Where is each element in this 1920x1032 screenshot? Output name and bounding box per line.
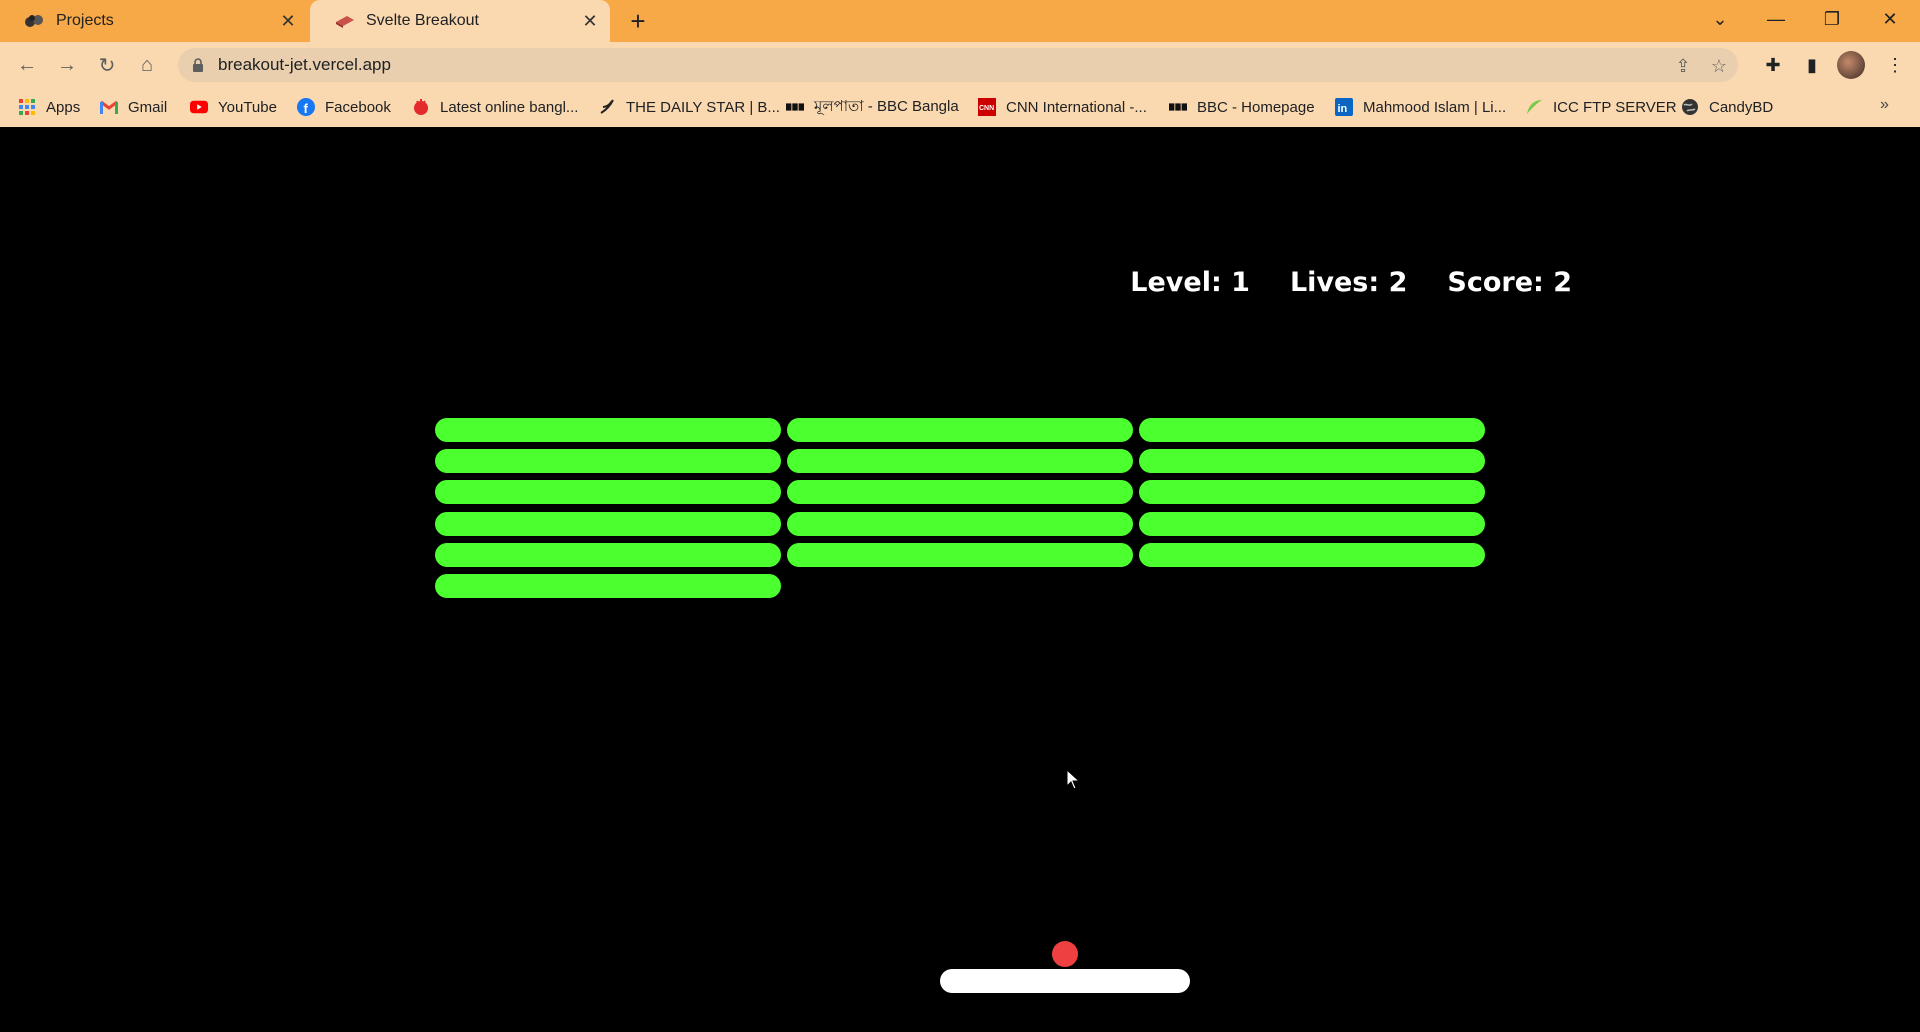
bookmark-label: Gmail	[128, 98, 168, 116]
brick-grid	[0, 127, 1920, 1032]
svg-text:in: in	[1338, 103, 1348, 115]
close-tab-icon[interactable]: ✕	[576, 7, 604, 35]
bookmark-label: Latest online bangl...	[440, 98, 579, 116]
bookmark-label: Facebook	[325, 98, 391, 116]
url-text: breakout-jet.vercel.app	[218, 55, 391, 74]
bookmark-label: CNN International -...	[1006, 98, 1147, 116]
linkedin-icon: in	[1335, 98, 1353, 116]
brick	[1139, 511, 1485, 536]
tab-bar: Projects ✕ Svelte Breakout ✕ + ⌄ — ❐ ✕	[0, 0, 1920, 42]
projects-favicon	[24, 10, 46, 32]
brick	[1139, 449, 1485, 474]
apps-grid-icon	[18, 98, 36, 116]
brick	[435, 574, 781, 598]
brick	[1139, 480, 1485, 505]
youtube-icon	[190, 98, 208, 116]
bbc-icon	[1169, 98, 1187, 116]
bookmark-label: CandyBD	[1709, 98, 1774, 116]
bookmark-label: ICC FTP SERVER	[1553, 98, 1677, 116]
bookmark-daily-star[interactable]: THE DAILY STAR | B...	[598, 96, 780, 118]
menu-kebab-icon[interactable]: ⋮	[1880, 50, 1910, 80]
brick-favicon	[334, 10, 356, 32]
bookmark-apps[interactable]: Apps	[18, 96, 80, 118]
tab-projects[interactable]: Projects ✕	[0, 0, 308, 42]
brick	[435, 449, 781, 474]
brick	[787, 542, 1133, 567]
brick	[1139, 542, 1485, 567]
bookmark-star-icon[interactable]: ☆	[1708, 55, 1730, 77]
svg-text:CNN: CNN	[979, 105, 994, 112]
side-panel-icon[interactable]: ▮	[1797, 50, 1827, 80]
bookmarks-bar: Apps Gmail YouTube f Facebook Latest onl…	[0, 87, 1920, 127]
close-window-icon[interactable]: ✕	[1862, 0, 1918, 38]
daily-star-icon	[598, 98, 616, 116]
brick	[787, 418, 1133, 442]
news-icon	[412, 98, 430, 116]
bookmark-label: YouTube	[218, 98, 277, 116]
browser-toolbar: ← → ↻ ⌂ breakout-jet.vercel.app ⇪ ☆ ✚ ▮ …	[0, 42, 1920, 87]
extensions-icon[interactable]: ✚	[1758, 50, 1788, 80]
bookmark-gmail[interactable]: Gmail	[100, 96, 167, 118]
brick	[435, 511, 781, 536]
brick	[787, 480, 1133, 505]
bookmark-candybd[interactable]: CandyBD	[1681, 96, 1773, 118]
back-icon[interactable]: ←	[11, 49, 43, 81]
brick	[1139, 418, 1485, 442]
home-icon[interactable]: ⌂	[131, 49, 163, 81]
globe-icon	[1681, 98, 1699, 116]
bookmark-icc-ftp[interactable]: ICC FTP SERVER	[1525, 96, 1677, 118]
bookmark-bbc-homepage[interactable]: BBC - Homepage	[1169, 96, 1315, 118]
tab-title: Projects	[56, 12, 114, 29]
bookmark-label: মূলপাতা - BBC Bangla	[814, 97, 959, 115]
reload-icon[interactable]: ↻	[91, 49, 123, 81]
tab-svelte-breakout[interactable]: Svelte Breakout ✕	[310, 0, 610, 42]
paddle[interactable]	[940, 969, 1190, 993]
close-tab-icon[interactable]: ✕	[274, 7, 302, 35]
brick	[435, 480, 781, 505]
brick	[435, 418, 781, 442]
bookmark-facebook[interactable]: f Facebook	[297, 96, 391, 118]
bookmark-cnn[interactable]: CNN CNN International -...	[978, 96, 1147, 118]
bookmark-label: BBC - Homepage	[1197, 98, 1315, 116]
leaf-icon	[1525, 98, 1543, 116]
minimize-icon[interactable]: —	[1748, 0, 1804, 38]
tab-search-icon[interactable]: ⌄	[1692, 0, 1748, 38]
brick	[787, 511, 1133, 536]
brick	[787, 449, 1133, 474]
bookmarks-overflow-icon[interactable]: »	[1880, 96, 1889, 114]
mouse-cursor-icon	[1066, 769, 1081, 790]
lock-icon	[192, 58, 204, 77]
gmail-icon	[100, 98, 118, 116]
profile-avatar[interactable]	[1837, 51, 1865, 79]
bookmark-linkedin[interactable]: in Mahmood Islam | Li...	[1335, 96, 1506, 118]
brick	[435, 542, 781, 567]
bookmark-label: Mahmood Islam | Li...	[1363, 98, 1507, 116]
bookmark-label: THE DAILY STAR | B...	[626, 98, 780, 116]
game-canvas[interactable]: Level: 1 Lives: 2 Score: 2	[0, 127, 1920, 1032]
bookmark-youtube[interactable]: YouTube	[190, 96, 277, 118]
new-tab-button[interactable]: +	[624, 6, 652, 36]
share-icon[interactable]: ⇪	[1672, 55, 1694, 77]
bookmark-bbc-bangla[interactable]: মূলপাতা - BBC Bangla	[786, 96, 959, 118]
facebook-icon: f	[297, 98, 315, 116]
address-bar[interactable]: breakout-jet.vercel.app ⇪ ☆	[178, 48, 1738, 82]
bookmark-label: Apps	[46, 98, 81, 116]
cnn-icon: CNN	[978, 98, 996, 116]
forward-icon[interactable]: →	[51, 49, 83, 81]
restore-icon[interactable]: ❐	[1804, 0, 1860, 38]
bookmark-latest-online[interactable]: Latest online bangl...	[412, 96, 578, 118]
ball	[1052, 941, 1078, 967]
tab-title: Svelte Breakout	[366, 12, 479, 29]
bbc-icon	[786, 98, 804, 116]
svg-text:f: f	[304, 101, 309, 116]
